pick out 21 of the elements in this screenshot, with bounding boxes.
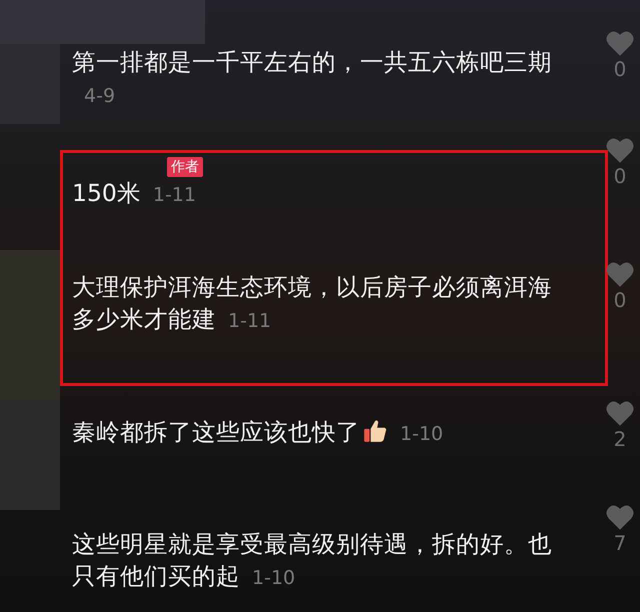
comment-text: 第一排都是一千平左右的，一共五六栋吧三期 4-9: [72, 47, 553, 109]
comment-date: 1-10: [400, 423, 444, 445]
like-count: 7: [614, 531, 626, 555]
comment-date: 1-11: [228, 310, 272, 332]
heart-icon[interactable]: [605, 400, 635, 427]
like-count: 0: [614, 164, 626, 188]
comment-date: 1-11: [152, 184, 196, 206]
comment-text: 秦岭都拆了这些应该也快了 1-10: [72, 417, 444, 448]
heart-icon[interactable]: [605, 137, 635, 164]
comment-date: 1-10: [252, 567, 296, 589]
comment-text: 大理保护洱海生态环境，以后房子必须离洱海多少米才能建 1-11: [72, 272, 553, 335]
heart-icon[interactable]: [605, 30, 635, 57]
like-count: 2: [614, 427, 626, 451]
heart-icon[interactable]: [605, 504, 635, 531]
comment-text: 这些明星就是享受最高级别待遇，拆的好。也只有他们买的起 1-10: [72, 529, 553, 592]
like-count: 0: [614, 57, 626, 81]
author-badge: 作者: [167, 157, 203, 177]
like-count: 0: [614, 288, 626, 312]
heart-icon[interactable]: [605, 261, 635, 288]
comment-text: 150米 1-11: [72, 178, 197, 209]
comment-date: 4-9: [84, 85, 116, 107]
